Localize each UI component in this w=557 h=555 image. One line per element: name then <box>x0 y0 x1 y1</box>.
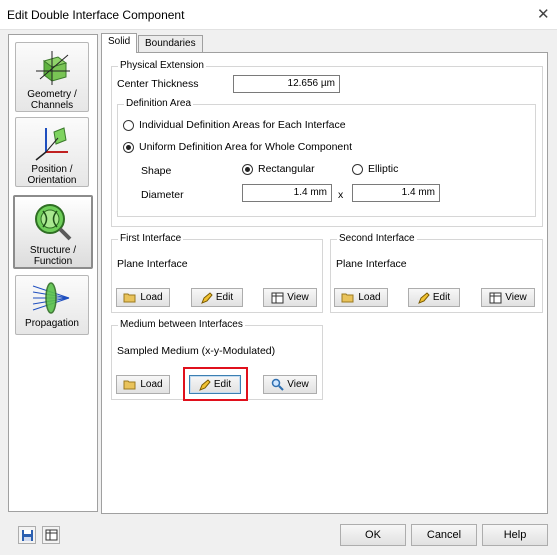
pencil-icon <box>417 291 430 304</box>
magnifier-icon <box>271 378 284 391</box>
group-title: Definition Area <box>124 98 194 109</box>
sidebar-item-geometry[interactable]: Geometry / Channels <box>15 42 89 112</box>
folder-open-icon <box>123 379 137 390</box>
propagation-lens-icon <box>32 282 70 314</box>
tab-boundaries[interactable]: Boundaries <box>138 35 203 53</box>
shape-elliptic-radio[interactable] <box>352 164 363 175</box>
sidebar-item-label: Geometry / Channels <box>27 89 77 111</box>
shape-rectangular-label: Rectangular <box>258 163 315 175</box>
pencil-icon <box>200 291 213 304</box>
uniform-area-label: Uniform Definition Area for Whole Compon… <box>139 141 353 153</box>
folder-open-icon <box>123 292 137 303</box>
view-table-icon <box>271 292 284 304</box>
sidebar-item-label: Propagation <box>25 318 79 329</box>
cancel-button[interactable]: Cancel <box>411 524 477 546</box>
center-thickness-input[interactable]: 12.656 µm <box>233 75 340 93</box>
view-table-icon[interactable] <box>42 526 60 544</box>
group-title: First Interface <box>118 233 184 244</box>
second-interface-load-button[interactable]: Load <box>334 288 388 307</box>
uniform-area-radio[interactable] <box>123 142 134 153</box>
medium-load-button[interactable]: Load <box>116 375 170 394</box>
pencil-icon <box>198 378 211 391</box>
button-label: Edit <box>432 292 451 303</box>
group-title: Medium between Interfaces <box>118 319 245 330</box>
close-icon[interactable]: ✕ <box>537 5 550 23</box>
view-table-icon <box>489 292 502 304</box>
group-title: Physical Extension <box>118 60 206 71</box>
button-label: Edit <box>215 292 234 303</box>
second-interface-type: Plane Interface <box>336 258 407 270</box>
folder-open-icon <box>341 292 355 303</box>
shape-rectangular-radio[interactable] <box>242 164 253 175</box>
individual-areas-radio[interactable] <box>123 120 134 131</box>
geometry-cube-icon <box>36 51 70 85</box>
shape-elliptic-label: Elliptic <box>368 163 399 175</box>
sidebar: Geometry / Channels Position / Orientati… <box>8 34 98 512</box>
sidebar-item-propagation[interactable]: Propagation <box>15 275 89 335</box>
axes-icon <box>35 127 68 161</box>
button-label: View <box>505 292 527 303</box>
individual-areas-label: Individual Definition Areas for Each Int… <box>139 119 346 131</box>
button-label: View <box>287 292 309 303</box>
diameter-y-input[interactable]: 1.4 mm <box>352 184 440 202</box>
shape-label: Shape <box>141 165 172 177</box>
lens-magnifier-icon <box>35 204 72 241</box>
first-interface-view-button[interactable]: View <box>263 288 317 307</box>
first-interface-type: Plane Interface <box>117 258 188 270</box>
sidebar-item-label: Position / Orientation <box>27 164 77 186</box>
button-label: Edit <box>213 379 232 390</box>
second-interface-view-button[interactable]: View <box>481 288 535 307</box>
times-symbol: x <box>338 189 344 201</box>
save-icon[interactable] <box>18 526 36 544</box>
button-label: Load <box>358 292 381 303</box>
button-label: View <box>287 379 309 390</box>
button-label: Load <box>140 292 163 303</box>
medium-view-button[interactable]: View <box>263 375 317 394</box>
tab-solid[interactable]: Solid <box>101 33 138 53</box>
medium-type: Sampled Medium (x-y-Modulated) <box>117 345 276 357</box>
first-interface-edit-button[interactable]: Edit <box>191 288 243 307</box>
diameter-label: Diameter <box>141 189 184 201</box>
help-button[interactable]: Help <box>482 524 548 546</box>
group-title: Second Interface <box>337 233 417 244</box>
diameter-x-input[interactable]: 1.4 mm <box>242 184 332 202</box>
first-interface-load-button[interactable]: Load <box>116 288 170 307</box>
sidebar-item-structure[interactable]: Structure / Function <box>13 195 93 269</box>
ok-button[interactable]: OK <box>340 524 406 546</box>
center-thickness-label: Center Thickness <box>117 78 199 90</box>
medium-edit-button[interactable]: Edit <box>189 375 241 394</box>
sidebar-item-label: Structure / Function <box>29 245 77 267</box>
second-interface-edit-button[interactable]: Edit <box>408 288 460 307</box>
window-title: Edit Double Interface Component <box>7 8 185 22</box>
sidebar-item-position[interactable]: Position / Orientation <box>15 117 89 187</box>
button-label: Load <box>140 379 163 390</box>
